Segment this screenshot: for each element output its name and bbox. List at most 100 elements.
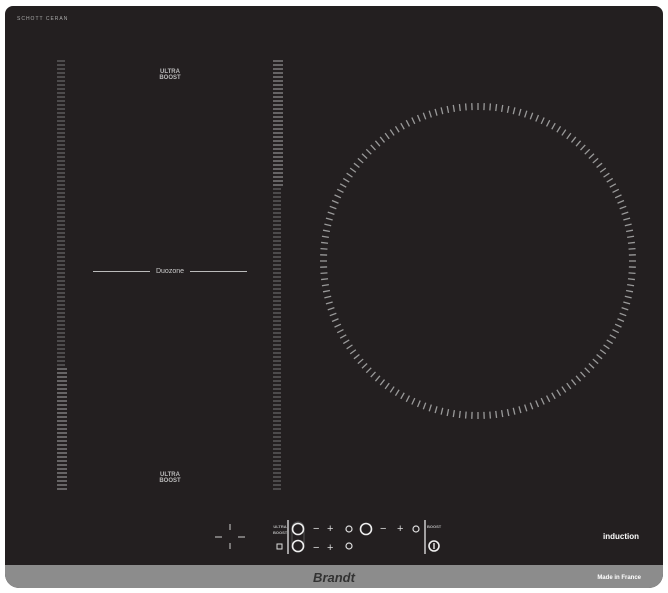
circle-zone-tick (329, 205, 337, 210)
circle-zone-tick (416, 400, 421, 408)
circle-zone-tick (422, 112, 427, 120)
circle-zone-tick (614, 194, 622, 199)
circle-zone-tick (619, 205, 627, 210)
circle-zone-tick (434, 108, 438, 116)
circle-zone-tick (321, 241, 329, 244)
circle-zone-tick (624, 295, 632, 299)
circle-zone-tick (446, 408, 450, 417)
circle-zone-tick (566, 382, 572, 390)
circle-zone-tick (434, 406, 438, 414)
circle-zone-tick (336, 328, 344, 334)
circle-zone-tick (458, 104, 461, 112)
circle-zone-tick (384, 132, 390, 140)
circle-zone-tick (556, 389, 562, 397)
circle-zone-tick (428, 110, 432, 118)
circle-zone-tick (334, 194, 342, 199)
circle-zone-tick (580, 371, 586, 378)
minus-button-1[interactable]: − (313, 523, 319, 535)
circle-zone-tick (374, 375, 381, 382)
plus-button-3[interactable]: + (397, 523, 403, 535)
circle-zone-tick (592, 358, 599, 365)
zone-select-button-3[interactable] (359, 522, 373, 536)
circle-zone-tick (495, 410, 498, 418)
circle-zone-tick (379, 379, 386, 386)
circle-zone-tick (551, 392, 556, 400)
circle-zone-tick (405, 395, 411, 403)
circle-zone-tick (331, 199, 339, 204)
lock-icon[interactable] (276, 543, 283, 550)
circle-zone-tick (400, 122, 405, 130)
circle-zone-tick (584, 367, 591, 374)
circle-zone-tick (384, 382, 390, 390)
circle-zone-tick (370, 371, 376, 378)
circle-zone-tick (596, 353, 603, 360)
circle-zone-tick (524, 110, 528, 118)
circle-zone-tick (327, 211, 335, 215)
circle-zone-tick (603, 344, 610, 350)
circle-zone-tick (379, 136, 386, 143)
circle-zone-tick (322, 289, 331, 293)
circle-zone-tick (394, 389, 400, 397)
circle-zone-tick (416, 114, 421, 122)
circle-zone-tick (535, 400, 540, 408)
circle-zone-tick (411, 117, 416, 125)
circle-zone-tick (570, 379, 577, 386)
zone-select-button-2[interactable] (291, 539, 305, 553)
circle-zone-tick (506, 105, 510, 114)
circle-zone-tick (361, 153, 368, 159)
circle-zone-tick (623, 301, 631, 305)
zone-select-button-1[interactable] (291, 522, 305, 536)
circle-zone-tick (627, 283, 635, 287)
circle-zone-tick (627, 235, 635, 239)
timer-icon[interactable] (412, 525, 420, 533)
circle-zone-tick (324, 223, 332, 227)
circle-zone-tick (621, 307, 629, 311)
circle-zone-tick (588, 363, 595, 369)
ultra-boost-control-label: ULTRA BOOST (273, 524, 288, 535)
circle-zone-tick (575, 140, 582, 147)
circle-zone-tick (524, 404, 528, 412)
minus-button-2[interactable]: − (313, 542, 319, 554)
circle-zone-tick (566, 132, 572, 140)
plus-button-2[interactable]: + (327, 542, 333, 554)
circle-zone-tick (628, 272, 636, 275)
circle-zone-tick (336, 188, 344, 194)
circle-zone-tick (339, 334, 347, 339)
circle-zone-tick (464, 411, 467, 419)
circle-zone-tick (321, 235, 329, 239)
circle-zone-tick (353, 162, 360, 169)
circle-zone-tick (535, 114, 540, 122)
plus-button-1[interactable]: + (327, 523, 333, 535)
circle-zone-tick (361, 363, 368, 369)
circle-zone-tick (500, 104, 504, 112)
circle-zone-tick (321, 283, 329, 287)
circle-zone-tick (596, 162, 603, 169)
circle-zone-tick (322, 229, 331, 233)
timer-icon[interactable] (345, 542, 353, 550)
minus-button-3[interactable]: − (380, 523, 386, 535)
circle-zone-tick (349, 167, 357, 173)
brand-logo: Brandt (313, 570, 355, 585)
circle-zone-tick (500, 410, 504, 418)
timer-icon[interactable] (345, 525, 353, 533)
circle-zone-tick (588, 153, 595, 159)
circle-zone-tick (551, 122, 556, 130)
circle-zone-tick (389, 386, 395, 393)
circle-zone-tick (495, 104, 498, 112)
circle-zone-tick (325, 217, 333, 221)
circle-zone-tick (570, 136, 577, 143)
circle-zone-tick (584, 148, 591, 155)
circle-zone-tick (612, 188, 620, 194)
circle-zone-tick (512, 407, 516, 415)
circle-zone-tick (370, 144, 376, 151)
circle-zone-tick (561, 129, 567, 136)
circle-zone-tick (627, 241, 635, 244)
circle-zone-tick (545, 119, 551, 127)
circle-zone-tick (625, 289, 634, 293)
cooktop-glass: SCHOTT CERAN ULTRA BOOST ULTRA BOOST Duo… (5, 6, 663, 588)
circle-zone-tick (349, 349, 357, 355)
circle-zone-tick (357, 157, 364, 164)
circle-zone-tick (342, 339, 350, 345)
circle-zone-tick (321, 278, 329, 281)
circle-zone-tick (446, 105, 450, 114)
